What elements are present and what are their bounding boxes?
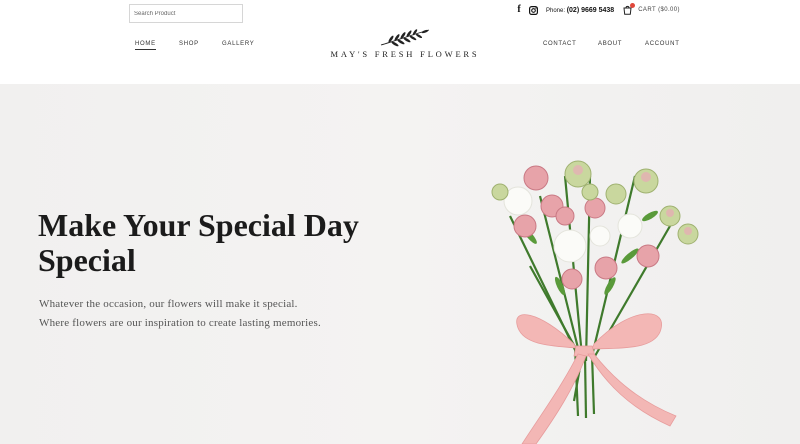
nav-gallery[interactable]: GALLERY	[222, 41, 254, 47]
hero-subtitle-line-1: Whatever the occasion, our flowers will …	[39, 298, 298, 310]
site-logo[interactable]: MAY'S FRESH FLOWERS	[330, 27, 480, 63]
cart-link[interactable]: CART ($0.00)	[622, 3, 680, 15]
cart-icon	[622, 3, 636, 15]
hero-subtitle-line-2: Where flowers are our inspiration to cre…	[39, 317, 321, 329]
hero-banner: Make Your Special Day Special Whatever t…	[0, 84, 800, 444]
cart-badge	[630, 3, 636, 8]
hero-title: Make Your Special Day Special	[38, 207, 359, 278]
phone-info: Phone: (02) 9669 5438	[546, 7, 614, 14]
nav-contact[interactable]: CONTACT	[543, 41, 576, 47]
sprig-icon	[380, 29, 430, 47]
instagram-icon[interactable]	[528, 5, 538, 15]
nav-shop[interactable]: SHOP	[179, 41, 199, 47]
phone-number[interactable]: (02) 9669 5438	[567, 7, 614, 14]
nav-home[interactable]: HOME	[135, 41, 156, 50]
cart-label: CART	[638, 7, 657, 13]
flower-bouquet-image	[491, 160, 699, 444]
logo-text: MAY'S FRESH FLOWERS	[330, 49, 480, 59]
phone-label: Phone:	[546, 7, 566, 14]
nav-account[interactable]: ACCOUNT	[645, 41, 680, 47]
nav-about[interactable]: ABOUT	[598, 41, 622, 47]
site-header: f Phone: (02) 9669 5438 CART ($0.00) HOM…	[0, 0, 800, 84]
facebook-icon[interactable]: f	[514, 5, 524, 15]
search-input[interactable]	[129, 4, 243, 23]
cart-total: ($0.00)	[658, 7, 680, 13]
top-bar: f Phone: (02) 9669 5438 CART ($0.00)	[514, 3, 680, 15]
